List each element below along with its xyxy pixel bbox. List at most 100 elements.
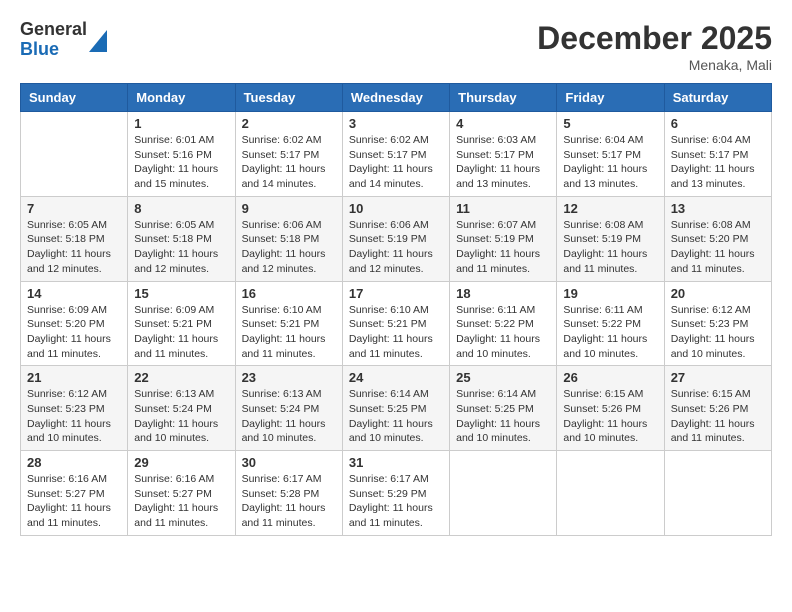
day-number: 26 xyxy=(563,370,657,385)
day-info: Sunrise: 6:11 AMSunset: 5:22 PMDaylight:… xyxy=(456,303,550,362)
day-info: Sunrise: 6:01 AMSunset: 5:16 PMDaylight:… xyxy=(134,133,228,192)
calendar-cell: 22 Sunrise: 6:13 AMSunset: 5:24 PMDayligh… xyxy=(128,366,235,451)
day-info: Sunrise: 6:09 AMSunset: 5:20 PMDaylight:… xyxy=(27,303,121,362)
location: Menaka, Mali xyxy=(537,57,772,73)
day-number: 4 xyxy=(456,116,550,131)
calendar-cell: 7 Sunrise: 6:05 AMSunset: 5:18 PMDaylight… xyxy=(21,196,128,281)
calendar-cell: 17Sunrise: 6:10 AMSunset: 5:21 PMDayligh… xyxy=(342,281,449,366)
logo-icon xyxy=(89,30,107,52)
day-info: Sunrise: 6:16 AMSunset: 5:27 PMDaylight:… xyxy=(27,472,121,531)
day-number: 19 xyxy=(563,286,657,301)
logo-blue: Blue xyxy=(20,40,87,60)
calendar-cell: 5 Sunrise: 6:04 AMSunset: 5:17 PMDaylight… xyxy=(557,112,664,197)
calendar-day-header: Wednesday xyxy=(342,84,449,112)
calendar-cell: 16 Sunrise: 6:10 AMSunset: 5:21 PMDayligh… xyxy=(235,281,342,366)
day-info: Sunrise: 6:04 AMSunset: 5:17 PMDaylight:… xyxy=(563,133,657,192)
title-section: December 2025 Menaka, Mali xyxy=(537,20,772,73)
day-number: 24 xyxy=(349,370,443,385)
day-number: 23 xyxy=(242,370,336,385)
day-number: 27 xyxy=(671,370,765,385)
calendar-cell: 25 Sunrise: 6:14 AMSunset: 5:25 PMDayligh… xyxy=(450,366,557,451)
day-info: Sunrise: 6:17 AMSunset: 5:28 PMDaylight:… xyxy=(242,472,336,531)
day-info: Sunrise: 6:14 AMSunset: 5:25 PMDaylight:… xyxy=(456,387,550,446)
calendar-day-header: Monday xyxy=(128,84,235,112)
day-info: Sunrise: 6:15 AMSunset: 5:26 PMDaylight:… xyxy=(671,387,765,446)
calendar-cell: 3Sunrise: 6:02 AMSunset: 5:17 PMDaylight… xyxy=(342,112,449,197)
calendar-header-row: SundayMondayTuesdayWednesdayThursdayFrid… xyxy=(21,84,772,112)
calendar-cell: 8 Sunrise: 6:05 AMSunset: 5:18 PMDaylight… xyxy=(128,196,235,281)
calendar-cell: 4Sunrise: 6:03 AMSunset: 5:17 PMDaylight… xyxy=(450,112,557,197)
calendar-cell xyxy=(21,112,128,197)
day-number: 21 xyxy=(27,370,121,385)
calendar-cell: 9 Sunrise: 6:06 AMSunset: 5:18 PMDaylight… xyxy=(235,196,342,281)
day-number: 14 xyxy=(27,286,121,301)
day-number: 15 xyxy=(134,286,228,301)
calendar-week-row: 14 Sunrise: 6:09 AMSunset: 5:20 PMDayligh… xyxy=(21,281,772,366)
day-number: 29 xyxy=(134,455,228,470)
day-number: 12 xyxy=(563,201,657,216)
calendar-cell: 30Sunrise: 6:17 AMSunset: 5:28 PMDayligh… xyxy=(235,451,342,536)
calendar-week-row: 7 Sunrise: 6:05 AMSunset: 5:18 PMDaylight… xyxy=(21,196,772,281)
day-number: 25 xyxy=(456,370,550,385)
day-info: Sunrise: 6:17 AMSunset: 5:29 PMDaylight:… xyxy=(349,472,443,531)
day-info: Sunrise: 6:13 AMSunset: 5:24 PMDaylight:… xyxy=(242,387,336,446)
calendar-cell: 23 Sunrise: 6:13 AMSunset: 5:24 PMDayligh… xyxy=(235,366,342,451)
calendar-cell: 6Sunrise: 6:04 AMSunset: 5:17 PMDaylight… xyxy=(664,112,771,197)
day-info: Sunrise: 6:11 AMSunset: 5:22 PMDaylight:… xyxy=(563,303,657,362)
calendar-week-row: 28Sunrise: 6:16 AMSunset: 5:27 PMDayligh… xyxy=(21,451,772,536)
logo-text: General Blue xyxy=(20,20,87,60)
day-number: 13 xyxy=(671,201,765,216)
day-number: 22 xyxy=(134,370,228,385)
calendar-cell: 14 Sunrise: 6:09 AMSunset: 5:20 PMDayligh… xyxy=(21,281,128,366)
day-info: Sunrise: 6:05 AMSunset: 5:18 PMDaylight:… xyxy=(134,218,228,277)
logo-general: General xyxy=(20,20,87,40)
day-info: Sunrise: 6:12 AMSunset: 5:23 PMDaylight:… xyxy=(671,303,765,362)
calendar-table: SundayMondayTuesdayWednesdayThursdayFrid… xyxy=(20,83,772,536)
day-info: Sunrise: 6:14 AMSunset: 5:25 PMDaylight:… xyxy=(349,387,443,446)
calendar-cell: 31 Sunrise: 6:17 AMSunset: 5:29 PMDayligh… xyxy=(342,451,449,536)
calendar-cell: 26Sunrise: 6:15 AMSunset: 5:26 PMDayligh… xyxy=(557,366,664,451)
day-info: Sunrise: 6:08 AMSunset: 5:19 PMDaylight:… xyxy=(563,218,657,277)
day-number: 5 xyxy=(563,116,657,131)
day-info: Sunrise: 6:05 AMSunset: 5:18 PMDaylight:… xyxy=(27,218,121,277)
day-info: Sunrise: 6:02 AMSunset: 5:17 PMDaylight:… xyxy=(242,133,336,192)
calendar-day-header: Thursday xyxy=(450,84,557,112)
page-header: General Blue December 2025 Menaka, Mali xyxy=(20,20,772,73)
calendar-day-header: Tuesday xyxy=(235,84,342,112)
calendar-cell: 18 Sunrise: 6:11 AMSunset: 5:22 PMDayligh… xyxy=(450,281,557,366)
day-info: Sunrise: 6:08 AMSunset: 5:20 PMDaylight:… xyxy=(671,218,765,277)
day-info: Sunrise: 6:06 AMSunset: 5:19 PMDaylight:… xyxy=(349,218,443,277)
day-info: Sunrise: 6:09 AMSunset: 5:21 PMDaylight:… xyxy=(134,303,228,362)
day-number: 8 xyxy=(134,201,228,216)
calendar-cell xyxy=(664,451,771,536)
day-number: 16 xyxy=(242,286,336,301)
calendar-cell: 24 Sunrise: 6:14 AMSunset: 5:25 PMDayligh… xyxy=(342,366,449,451)
day-number: 3 xyxy=(349,116,443,131)
day-number: 1 xyxy=(134,116,228,131)
day-number: 9 xyxy=(242,201,336,216)
logo: General Blue xyxy=(20,20,107,60)
day-number: 6 xyxy=(671,116,765,131)
calendar-week-row: 1 Sunrise: 6:01 AMSunset: 5:16 PMDaylight… xyxy=(21,112,772,197)
calendar-cell: 2Sunrise: 6:02 AMSunset: 5:17 PMDaylight… xyxy=(235,112,342,197)
day-info: Sunrise: 6:06 AMSunset: 5:18 PMDaylight:… xyxy=(242,218,336,277)
day-info: Sunrise: 6:13 AMSunset: 5:24 PMDaylight:… xyxy=(134,387,228,446)
day-info: Sunrise: 6:16 AMSunset: 5:27 PMDaylight:… xyxy=(134,472,228,531)
day-number: 11 xyxy=(456,201,550,216)
calendar-cell: 10 Sunrise: 6:06 AMSunset: 5:19 PMDayligh… xyxy=(342,196,449,281)
calendar-cell: 21Sunrise: 6:12 AMSunset: 5:23 PMDayligh… xyxy=(21,366,128,451)
day-info: Sunrise: 6:10 AMSunset: 5:21 PMDaylight:… xyxy=(242,303,336,362)
day-info: Sunrise: 6:10 AMSunset: 5:21 PMDaylight:… xyxy=(349,303,443,362)
calendar-cell: 13 Sunrise: 6:08 AMSunset: 5:20 PMDayligh… xyxy=(664,196,771,281)
calendar-cell: 27 Sunrise: 6:15 AMSunset: 5:26 PMDayligh… xyxy=(664,366,771,451)
day-number: 10 xyxy=(349,201,443,216)
calendar-cell: 19 Sunrise: 6:11 AMSunset: 5:22 PMDayligh… xyxy=(557,281,664,366)
calendar-cell: 11Sunrise: 6:07 AMSunset: 5:19 PMDayligh… xyxy=(450,196,557,281)
calendar-cell: 1 Sunrise: 6:01 AMSunset: 5:16 PMDaylight… xyxy=(128,112,235,197)
day-number: 31 xyxy=(349,455,443,470)
day-number: 18 xyxy=(456,286,550,301)
day-number: 7 xyxy=(27,201,121,216)
calendar-cell: 12 Sunrise: 6:08 AMSunset: 5:19 PMDayligh… xyxy=(557,196,664,281)
calendar-cell xyxy=(557,451,664,536)
calendar-cell xyxy=(450,451,557,536)
